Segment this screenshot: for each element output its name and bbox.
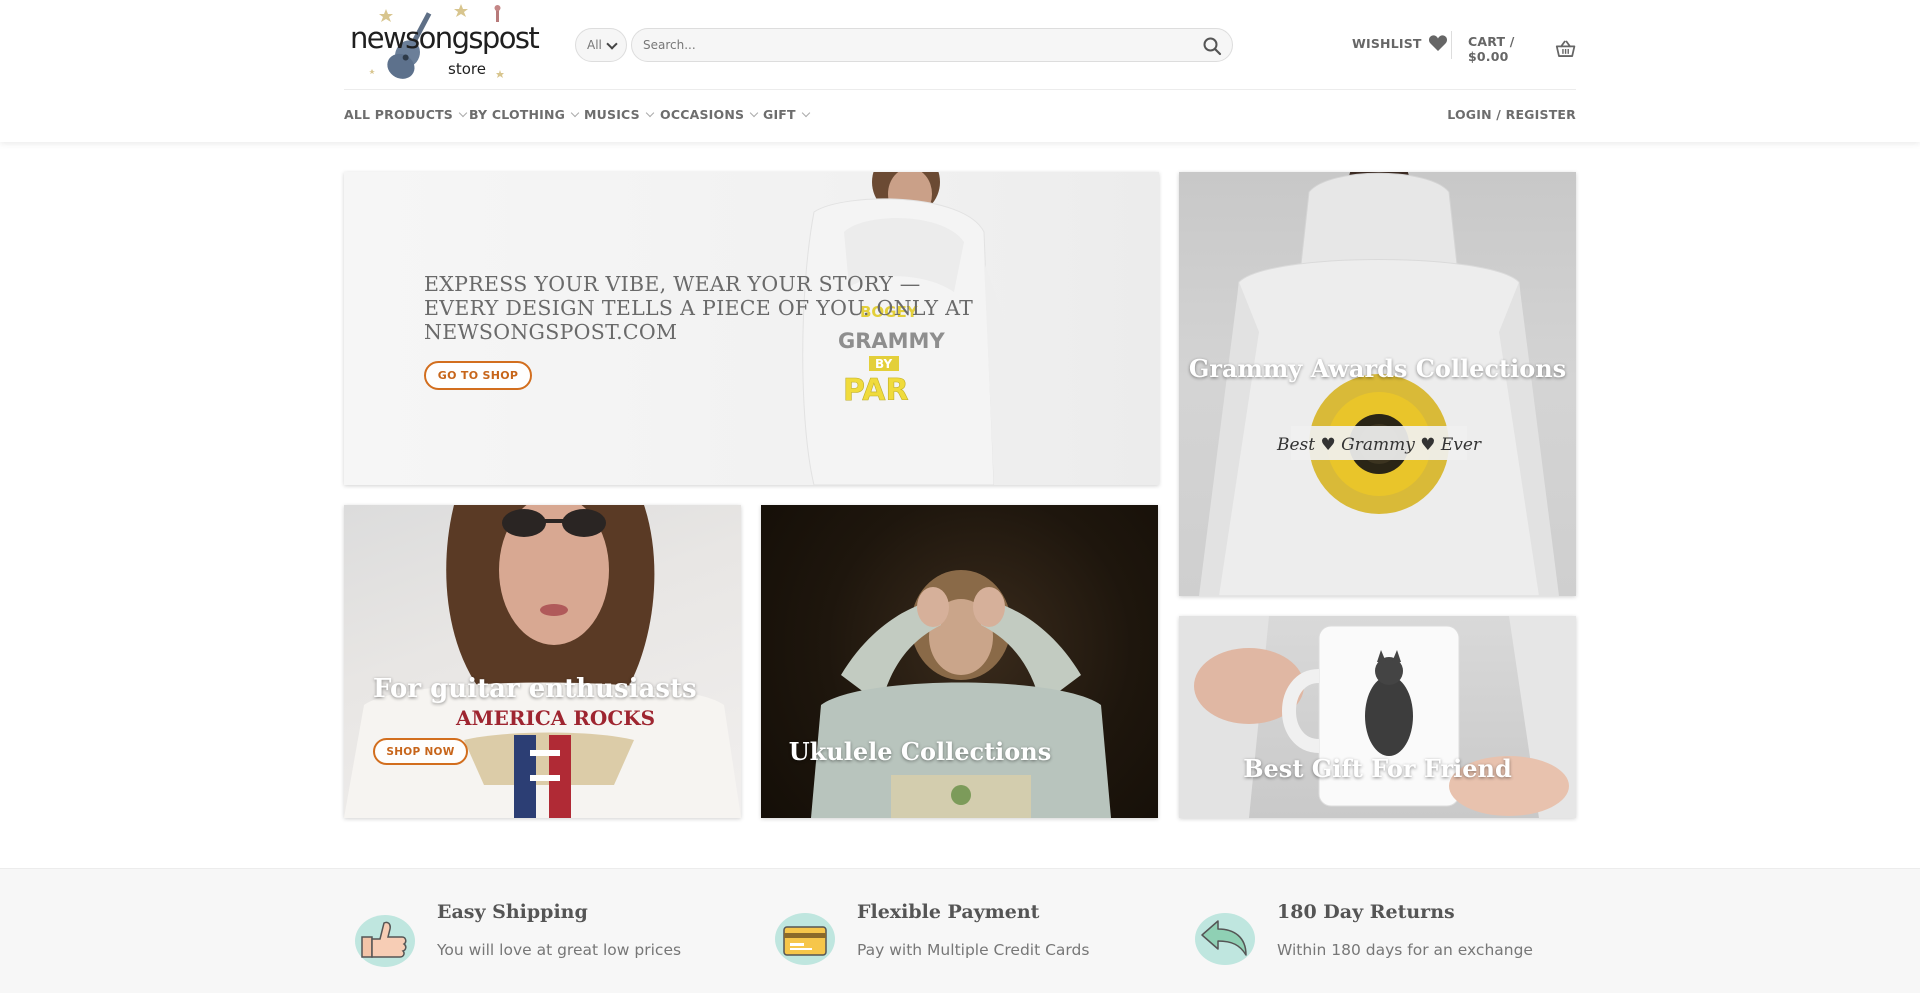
nav-item-label: MUSICS bbox=[584, 107, 640, 122]
thumbs-up-icon bbox=[355, 915, 415, 967]
feature-title: Easy Shipping bbox=[437, 901, 588, 923]
cart-link[interactable]: CART / $0.00 bbox=[1468, 34, 1576, 64]
category-select-value: All bbox=[587, 38, 602, 52]
hero-banner[interactable]: BOGEY GRAMMY BY PAR EXPRESS YOUR VIBE, W… bbox=[344, 172, 1159, 485]
ukulele-caption: Ukulele Collections bbox=[788, 737, 1052, 766]
site-header: newsongspost store All WISHLIST CART / $… bbox=[0, 0, 1920, 142]
gift-caption: Best Gift For Friend bbox=[1243, 754, 1512, 783]
hero-print-text: PAR bbox=[843, 373, 909, 408]
chevron-down-icon bbox=[570, 108, 580, 117]
login-register-link[interactable]: LOGIN / REGISTER bbox=[1447, 107, 1576, 122]
chevron-down-icon bbox=[606, 38, 618, 50]
nav-item-gift[interactable]: GIFT bbox=[763, 107, 811, 122]
guitar-print-text: AMERICA ROCKS bbox=[455, 706, 655, 730]
wishlist-link[interactable]: WISHLIST bbox=[1352, 34, 1448, 52]
category-select[interactable]: All bbox=[575, 28, 627, 62]
nav-item-occasions[interactable]: OCCASIONS bbox=[660, 107, 759, 122]
basket-icon bbox=[1555, 40, 1576, 57]
chevron-down-icon bbox=[801, 108, 811, 117]
chevron-down-icon bbox=[458, 108, 468, 117]
nav-item-by-clothing[interactable]: BY CLOTHING bbox=[469, 107, 580, 122]
search-input[interactable] bbox=[632, 29, 1172, 61]
header-top: newsongspost store All WISHLIST CART / $… bbox=[344, 0, 1576, 90]
feature-desc: Pay with Multiple Credit Cards bbox=[857, 941, 1090, 959]
feature-desc: Within 180 days for an exchange bbox=[1277, 941, 1533, 959]
guitar-enthusiasts-banner[interactable]: AMERICA ROCKS For guitar enthusiasts SHO… bbox=[344, 505, 741, 818]
guitar-caption: For guitar enthusiasts bbox=[373, 674, 697, 704]
feature-title: 180 Day Returns bbox=[1277, 901, 1455, 923]
credit-card-icon bbox=[775, 913, 835, 965]
main-nav: ALL PRODUCTS BY CLOTHING MUSICS OCCASION… bbox=[344, 102, 1576, 130]
gift-mug-image bbox=[1179, 616, 1576, 818]
logo-text: newsongspost bbox=[350, 21, 540, 55]
search-icon[interactable] bbox=[1201, 35, 1223, 57]
cart-label: CART / $0.00 bbox=[1468, 34, 1515, 64]
hero-title: EXPRESS YOUR VIBE, WEAR YOUR STORY — EVE… bbox=[424, 272, 974, 344]
guitar-model-image: AMERICA ROCKS bbox=[344, 505, 741, 818]
hero-print-text: BY bbox=[875, 357, 892, 371]
grammy-caption: Grammy Awards Collections bbox=[1188, 354, 1567, 383]
ukulele-collection-banner[interactable]: Ukulele Collections bbox=[761, 505, 1158, 818]
nav-item-musics[interactable]: MUSICS bbox=[584, 107, 655, 122]
nav-item-label: BY CLOTHING bbox=[469, 107, 566, 122]
nav-item-label: GIFT bbox=[763, 107, 796, 122]
shop-now-button[interactable]: SHOP NOW bbox=[373, 738, 468, 765]
header-divider bbox=[1451, 31, 1452, 59]
search-bar bbox=[631, 28, 1233, 62]
heart-icon bbox=[1428, 35, 1447, 51]
grammy-hoodie-image: Best ♥ Grammy ♥ Ever bbox=[1199, 172, 1559, 596]
chevron-down-icon bbox=[645, 108, 655, 117]
nav-item-all-products[interactable]: ALL PRODUCTS bbox=[344, 107, 468, 122]
ukulele-model-image bbox=[811, 570, 1111, 818]
nav-item-label: OCCASIONS bbox=[660, 107, 745, 122]
features-strip: Easy Shipping You will love at great low… bbox=[0, 868, 1920, 993]
best-gift-banner[interactable]: Best Gift For Friend bbox=[1179, 616, 1576, 818]
store-logo[interactable]: newsongspost store bbox=[348, 2, 540, 84]
wishlist-label: WISHLIST bbox=[1352, 35, 1422, 51]
feature-desc: You will love at great low prices bbox=[437, 941, 682, 959]
go-to-shop-button[interactable]: GO TO SHOP bbox=[424, 361, 532, 390]
chevron-down-icon bbox=[749, 108, 759, 117]
grammy-print-text: Best ♥ Grammy ♥ Ever bbox=[1276, 435, 1482, 455]
return-arrow-icon bbox=[1195, 913, 1255, 965]
feature-title: Flexible Payment bbox=[857, 901, 1040, 923]
nav-item-label: ALL PRODUCTS bbox=[344, 107, 453, 122]
grammy-collection-banner[interactable]: Best ♥ Grammy ♥ Ever Grammy Awards Colle… bbox=[1179, 172, 1576, 596]
logo-subtext: store bbox=[448, 60, 486, 78]
